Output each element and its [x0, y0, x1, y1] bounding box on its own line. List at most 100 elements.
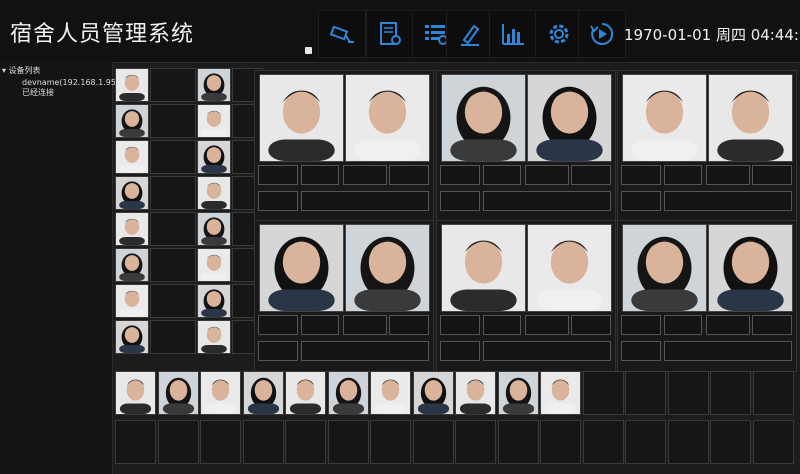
similarity-value	[150, 320, 196, 354]
pen-icon	[461, 24, 480, 46]
info-label	[621, 191, 661, 211]
recognition-card[interactable]	[436, 70, 616, 222]
device-status: 已经连接	[22, 88, 54, 97]
captured-face-thumbnail[interactable]	[285, 371, 326, 415]
empty-thumbnail-slot	[752, 371, 794, 415]
clock: 1970-01-01 周四 04:44:57	[624, 26, 800, 44]
recognition-card[interactable]	[617, 220, 797, 372]
similarity-label	[706, 315, 750, 335]
captured-face-thumbnail	[115, 176, 149, 210]
similarity-value	[150, 212, 196, 246]
captured-face-thumbnail[interactable]	[412, 371, 454, 415]
captured-photo	[259, 224, 344, 312]
statistics-button[interactable]	[489, 10, 537, 58]
empty-thumbnail-slot	[625, 371, 666, 415]
similarity-value	[150, 140, 196, 174]
list-item[interactable]	[115, 212, 263, 248]
captured-face-thumbnail[interactable]	[115, 371, 156, 415]
empty-thumbnail-slot	[710, 371, 751, 415]
registered-photo	[345, 224, 430, 312]
empty-thumbnail-slot	[582, 420, 624, 464]
similarity-value	[150, 104, 196, 138]
name-label	[258, 315, 298, 335]
similarity-value	[150, 248, 196, 282]
registered-face-thumbnail	[197, 212, 231, 246]
name-value	[301, 165, 339, 185]
list-item[interactable]	[115, 140, 263, 176]
list-item[interactable]	[115, 104, 263, 140]
empty-thumbnail-slot	[582, 371, 624, 415]
captured-face-thumbnail[interactable]	[242, 371, 284, 415]
list-item[interactable]	[115, 248, 263, 284]
recognition-card[interactable]	[254, 220, 434, 372]
list-item[interactable]	[115, 176, 263, 212]
captured-face-thumbnail[interactable]	[157, 371, 199, 415]
list-item[interactable]	[115, 284, 263, 320]
registered-photo	[527, 224, 612, 312]
info-value	[483, 191, 611, 211]
captured-face-thumbnail	[115, 212, 149, 246]
empty-thumbnail-slot	[200, 420, 241, 464]
list-item[interactable]	[115, 320, 263, 356]
similarity-label	[343, 165, 387, 185]
name-value	[301, 315, 339, 335]
playback-icon	[590, 22, 614, 45]
info-value	[483, 341, 611, 361]
info-label	[621, 341, 661, 361]
registered-face-thumbnail	[197, 68, 231, 102]
captured-face-thumbnail[interactable]	[455, 371, 496, 415]
name-value	[483, 315, 521, 335]
device-item[interactable]: devname(192.168.1.95)	[22, 78, 119, 87]
captured-face-thumbnail	[115, 320, 149, 354]
captured-face-thumbnail[interactable]	[370, 371, 411, 415]
device-tree-root[interactable]: ▾ 设备列表	[2, 65, 41, 76]
document-settings-button[interactable]	[366, 10, 414, 58]
name-label	[440, 165, 480, 185]
similarity-value	[389, 165, 429, 185]
registered-face-thumbnail	[197, 176, 231, 210]
name-value	[664, 165, 702, 185]
settings-button[interactable]	[535, 10, 583, 58]
captured-photo	[622, 224, 707, 312]
captured-face-thumbnail	[115, 284, 149, 318]
registered-face-thumbnail	[197, 284, 231, 318]
recognition-card[interactable]	[617, 70, 797, 222]
list-item[interactable]	[115, 68, 263, 104]
captured-face-thumbnail[interactable]	[540, 371, 581, 415]
similarity-value	[752, 165, 792, 185]
mouse-cursor	[305, 47, 312, 54]
captured-photo	[622, 74, 707, 162]
info-label	[440, 191, 480, 211]
captured-face-thumbnail[interactable]	[327, 371, 369, 415]
info-label	[258, 341, 298, 361]
recognition-card[interactable]	[436, 220, 616, 372]
captured-photo	[259, 74, 344, 162]
camera-button[interactable]	[318, 10, 366, 58]
captured-face-thumbnail[interactable]	[200, 371, 241, 415]
captured-face-thumbnail	[115, 68, 149, 102]
similarity-label	[343, 315, 387, 335]
captured-face-thumbnail[interactable]	[497, 371, 539, 415]
captured-face-thumbnail	[115, 248, 149, 282]
empty-thumbnail-slot	[752, 420, 794, 464]
edit-button[interactable]	[446, 10, 494, 58]
name-label	[621, 315, 661, 335]
captured-photo	[441, 74, 526, 162]
registered-face-thumbnail	[197, 140, 231, 174]
registered-photo	[527, 74, 612, 162]
captured-face-thumbnail	[115, 104, 149, 138]
info-value	[664, 341, 792, 361]
info-label	[258, 191, 298, 211]
similarity-value	[752, 315, 792, 335]
empty-thumbnail-slot	[115, 420, 156, 464]
empty-thumbnail-slot	[242, 420, 284, 464]
similarity-value	[150, 284, 196, 318]
playback-button[interactable]	[578, 10, 626, 58]
similarity-label	[525, 165, 569, 185]
app-title: 宿舍人员管理系统	[10, 22, 195, 47]
document-settings-icon	[380, 22, 401, 45]
empty-thumbnail-slot	[285, 420, 326, 464]
registered-face-thumbnail	[197, 320, 231, 354]
empty-thumbnail-slot	[327, 420, 369, 464]
recognition-card[interactable]	[254, 70, 434, 222]
